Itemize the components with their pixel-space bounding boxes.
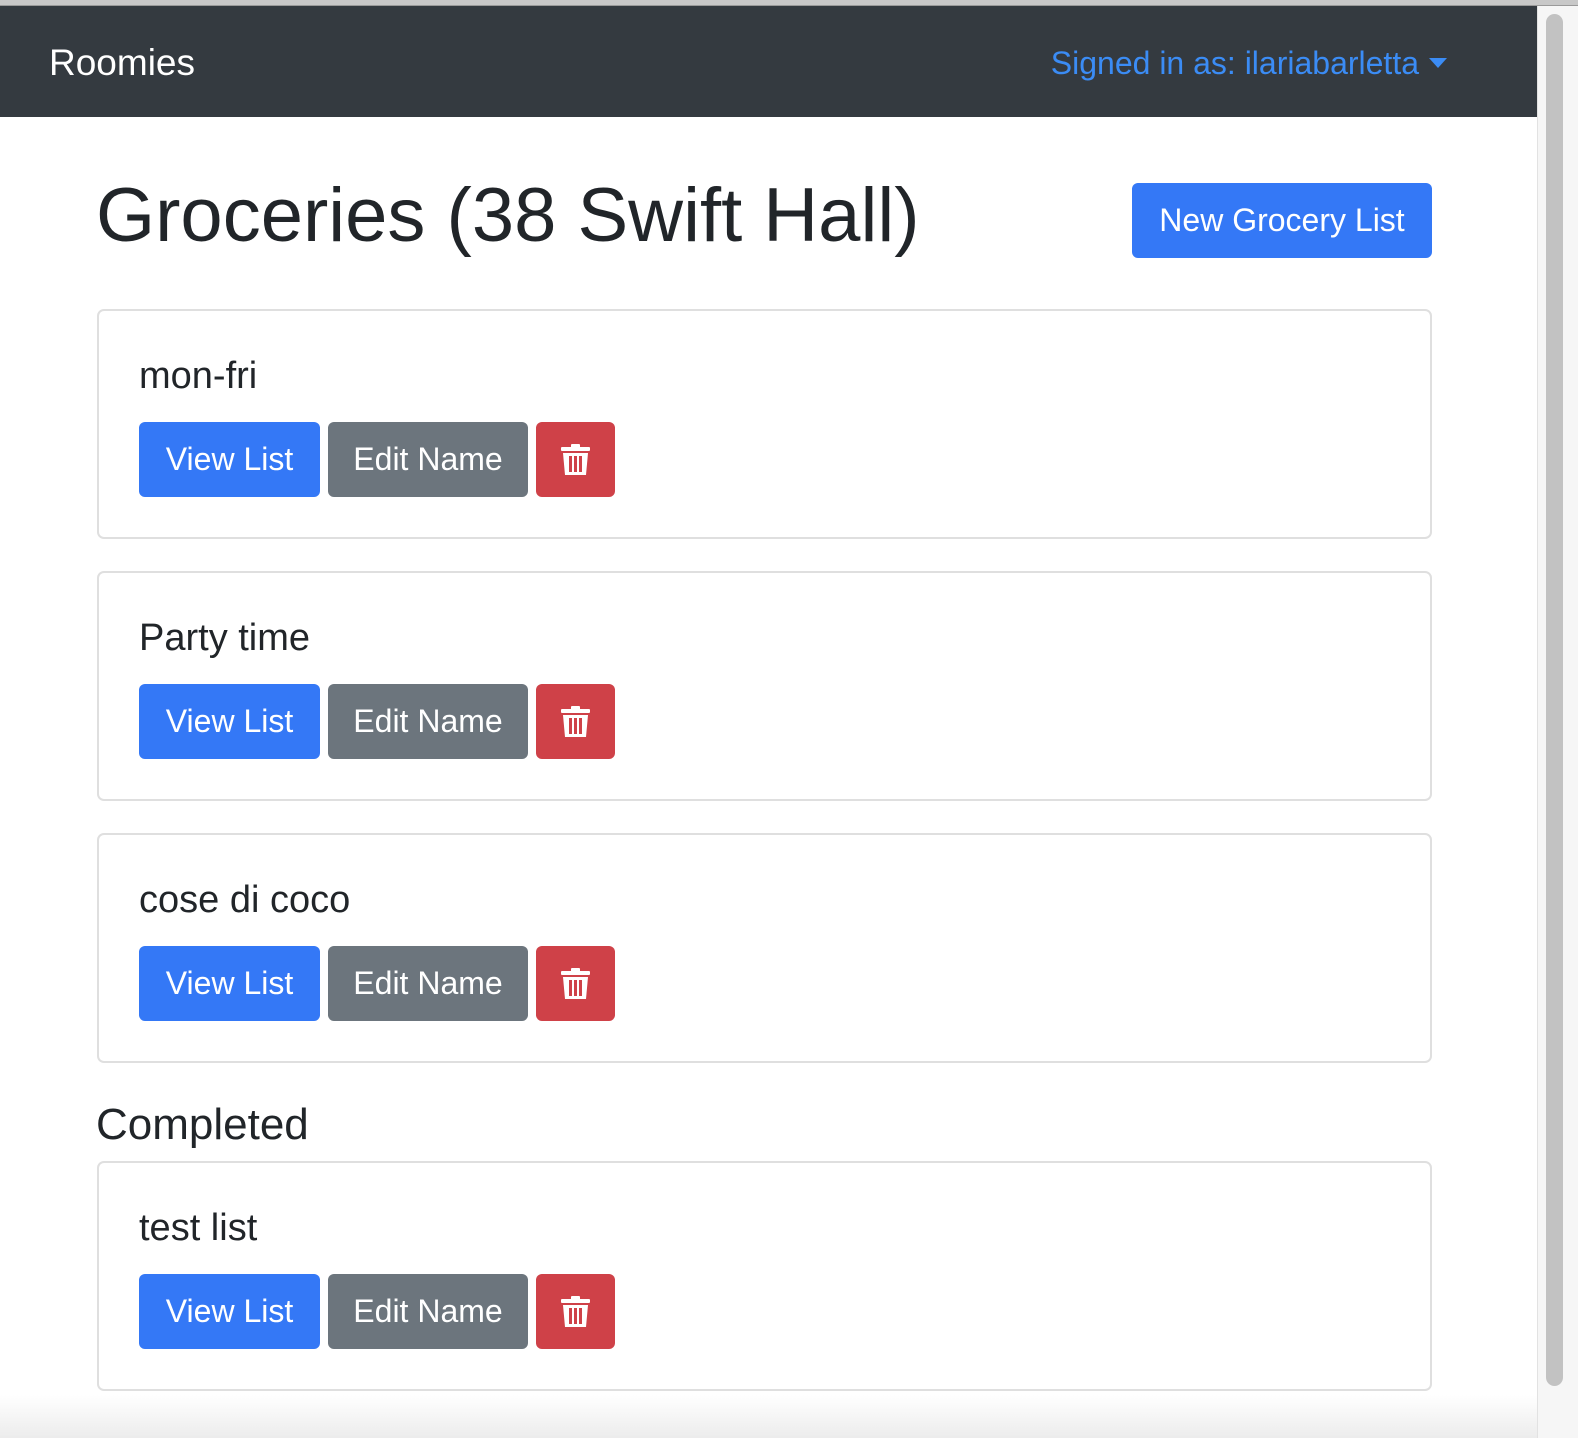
view-list-button[interactable]: View List — [139, 946, 320, 1021]
grocery-list-card: Party time View List Edit Name — [97, 571, 1432, 801]
page-title: Groceries (38 Swift Hall) — [96, 173, 920, 258]
trash-icon — [561, 1296, 590, 1327]
scrollbar-thumb[interactable] — [1546, 14, 1563, 1386]
navbar: Roomies Signed in as: ilariabarletta — [0, 6, 1537, 117]
completed-heading: Completed — [96, 1100, 309, 1149]
view-list-button[interactable]: View List — [139, 684, 320, 759]
trash-icon — [561, 706, 590, 737]
delete-list-button[interactable] — [536, 1274, 615, 1349]
completed-list-card: test list View List Edit Name — [97, 1161, 1432, 1391]
edit-name-button[interactable]: Edit Name — [328, 1274, 528, 1349]
window-bottom-shadow — [0, 1395, 1537, 1438]
user-menu-label: Signed in as: ilariabarletta — [1050, 45, 1419, 81]
delete-list-button[interactable] — [536, 422, 615, 497]
list-name: test list — [139, 1207, 258, 1249]
user-menu-dropdown[interactable]: Signed in as: ilariabarletta — [1051, 42, 1447, 84]
list-name: cose di coco — [139, 879, 351, 921]
view-list-button[interactable]: View List — [139, 1274, 320, 1349]
edit-name-button[interactable]: Edit Name — [328, 684, 528, 759]
trash-icon — [561, 444, 590, 475]
edit-name-button[interactable]: Edit Name — [328, 946, 528, 1021]
grocery-list-card: mon-fri View List Edit Name — [97, 309, 1432, 539]
list-name: Party time — [139, 617, 311, 659]
grocery-list-card: cose di coco View List Edit Name — [97, 833, 1432, 1063]
trash-icon — [561, 968, 590, 999]
caret-down-icon — [1429, 58, 1447, 68]
brand-link[interactable]: Roomies — [49, 41, 195, 85]
delete-list-button[interactable] — [536, 946, 615, 1021]
edit-name-button[interactable]: Edit Name — [328, 422, 528, 497]
list-name: mon-fri — [139, 355, 258, 397]
view-list-button[interactable]: View List — [139, 422, 320, 497]
delete-list-button[interactable] — [536, 684, 615, 759]
new-grocery-list-button[interactable]: New Grocery List — [1132, 183, 1432, 258]
